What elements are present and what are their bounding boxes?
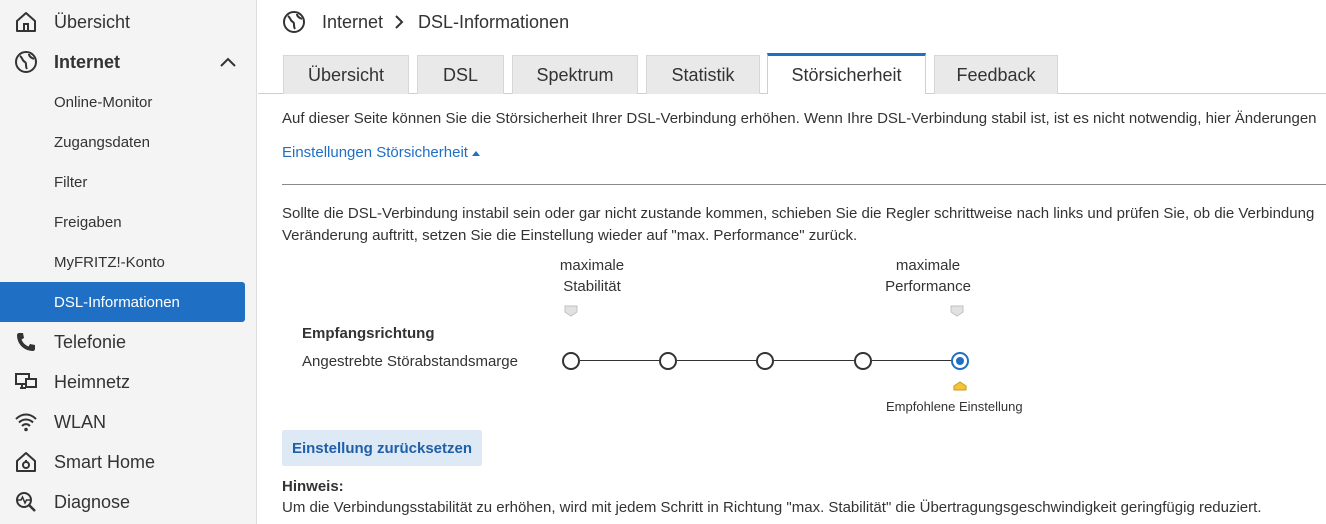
diagnose-icon	[16, 492, 36, 512]
tab-statistik[interactable]: Statistik	[646, 55, 760, 94]
tab-uebersicht[interactable]: Übersicht	[283, 55, 409, 94]
slider-track	[872, 360, 952, 361]
tab-feedback[interactable]: Feedback	[934, 55, 1058, 94]
sidebar-item-label: Freigaben	[54, 213, 122, 231]
margin-step-radio-selected[interactable]	[951, 352, 969, 370]
chevron-right-icon	[395, 15, 404, 29]
settings-toggle-link[interactable]: Einstellungen Störsicherheit	[282, 144, 481, 161]
margin-step-radio[interactable]	[756, 352, 774, 370]
home-icon	[16, 12, 36, 32]
wifi-icon	[15, 413, 37, 432]
sidebar-item-diagnose[interactable]: Diagnose	[0, 482, 245, 522]
sidebar-item-label: WLAN	[54, 411, 107, 432]
breadcrumb-page: DSL-Informationen	[418, 11, 570, 32]
sidebar-item-myfritz-konto[interactable]: MyFRITZ!-Konto	[0, 242, 245, 282]
slider-label-left-line-2: Stabilität	[563, 278, 621, 295]
sidebar-item-heimnetz[interactable]: Heimnetz	[0, 362, 245, 402]
sidebar-item-label: Telefonie	[54, 331, 127, 352]
sidebar-item-filter[interactable]: Filter	[0, 162, 245, 202]
description-line-1: Sollte die DSL-Verbindung instabil sein …	[282, 205, 1315, 222]
slider-label-left: maximale Stabilität	[540, 255, 644, 297]
sidebar-item-label: Internet	[54, 51, 121, 72]
slider-label-left-line-1: maximale	[559, 257, 625, 274]
sidebar-item-label: Heimnetz	[54, 371, 131, 392]
recommended-label: Empfohlene Einstellung	[886, 399, 1023, 414]
margin-step-radio[interactable]	[562, 352, 580, 370]
caret-up-icon	[471, 150, 480, 156]
slider-label-right-line-1: maximale	[895, 257, 961, 274]
divider	[282, 184, 1326, 185]
sidebar-item-internet[interactable]: Internet	[0, 42, 245, 82]
description-line-2: Veränderung auftritt, setzen Sie die Ein…	[282, 227, 858, 244]
sidebar-item-label: Smart Home	[54, 451, 156, 472]
phone-icon	[17, 333, 35, 351]
chevron-up-icon[interactable]	[218, 54, 238, 70]
sidebar-item-wlan[interactable]: WLAN	[0, 402, 245, 442]
slider-track	[774, 360, 854, 361]
settings-link-label: Einstellungen Störsicherheit	[282, 144, 468, 161]
reset-settings-button[interactable]: Einstellung zurücksetzen	[282, 430, 482, 466]
tab-spektrum[interactable]: Spektrum	[512, 55, 638, 94]
margin-step-radio[interactable]	[854, 352, 872, 370]
intro-text: Auf dieser Seite können Sie die Störsich…	[282, 110, 1317, 127]
sidebar-item-freigaben[interactable]: Freigaben	[0, 202, 245, 242]
recommended-marker-icon	[953, 381, 967, 391]
sidebar-item-label: MyFRITZ!-Konto	[54, 253, 165, 271]
sidebar-item-dsl-informationen[interactable]: DSL-Informationen	[0, 282, 245, 322]
sidebar-item-telefonie[interactable]: Telefonie	[0, 322, 245, 362]
sidebar-item-label: DSL-Informationen	[54, 293, 180, 311]
smart-home-icon	[16, 452, 36, 472]
slider-end-marker-icon	[950, 305, 964, 317]
breadcrumb: Internet DSL-Informationen	[282, 8, 569, 36]
slider-label-right: maximale Performance	[873, 255, 983, 297]
slider-end-marker-icon	[564, 305, 578, 317]
margin-step-radio[interactable]	[659, 352, 677, 370]
sidebar-item-uebersicht[interactable]: Übersicht	[0, 2, 245, 42]
tab-stoersicherheit[interactable]: Störsicherheit	[767, 53, 926, 94]
slider-track	[580, 360, 660, 361]
globe-icon	[283, 11, 305, 33]
globe-icon	[15, 51, 37, 73]
sidebar-item-label: Zugangsdaten	[54, 133, 150, 151]
network-icon	[15, 373, 37, 389]
tab-dsl[interactable]: DSL	[417, 55, 504, 94]
sidebar: Übersicht Internet Online-Monitor Zugang…	[0, 0, 257, 524]
note-title: Hinweis:	[282, 478, 344, 495]
note-text: Um die Verbindungsstabilität zu erhöhen,…	[282, 499, 1262, 516]
slider-label-right-line-2: Performance	[885, 278, 971, 295]
breadcrumb-section[interactable]: Internet	[322, 12, 383, 33]
slider-row-label: Angestrebte Störabstandsmarge	[302, 353, 518, 370]
slider-track	[677, 360, 757, 361]
sidebar-item-smart-home[interactable]: Smart Home	[0, 442, 245, 482]
sidebar-item-label: Filter	[54, 173, 88, 191]
sidebar-item-label: Übersicht	[54, 11, 131, 32]
sidebar-item-label: Online-Monitor	[54, 93, 153, 111]
section-title: Empfangsrichtung	[302, 325, 435, 342]
sidebar-item-zugangsdaten[interactable]: Zugangsdaten	[0, 122, 245, 162]
sidebar-item-online-monitor[interactable]: Online-Monitor	[0, 82, 245, 122]
sidebar-item-label: Diagnose	[54, 491, 131, 512]
